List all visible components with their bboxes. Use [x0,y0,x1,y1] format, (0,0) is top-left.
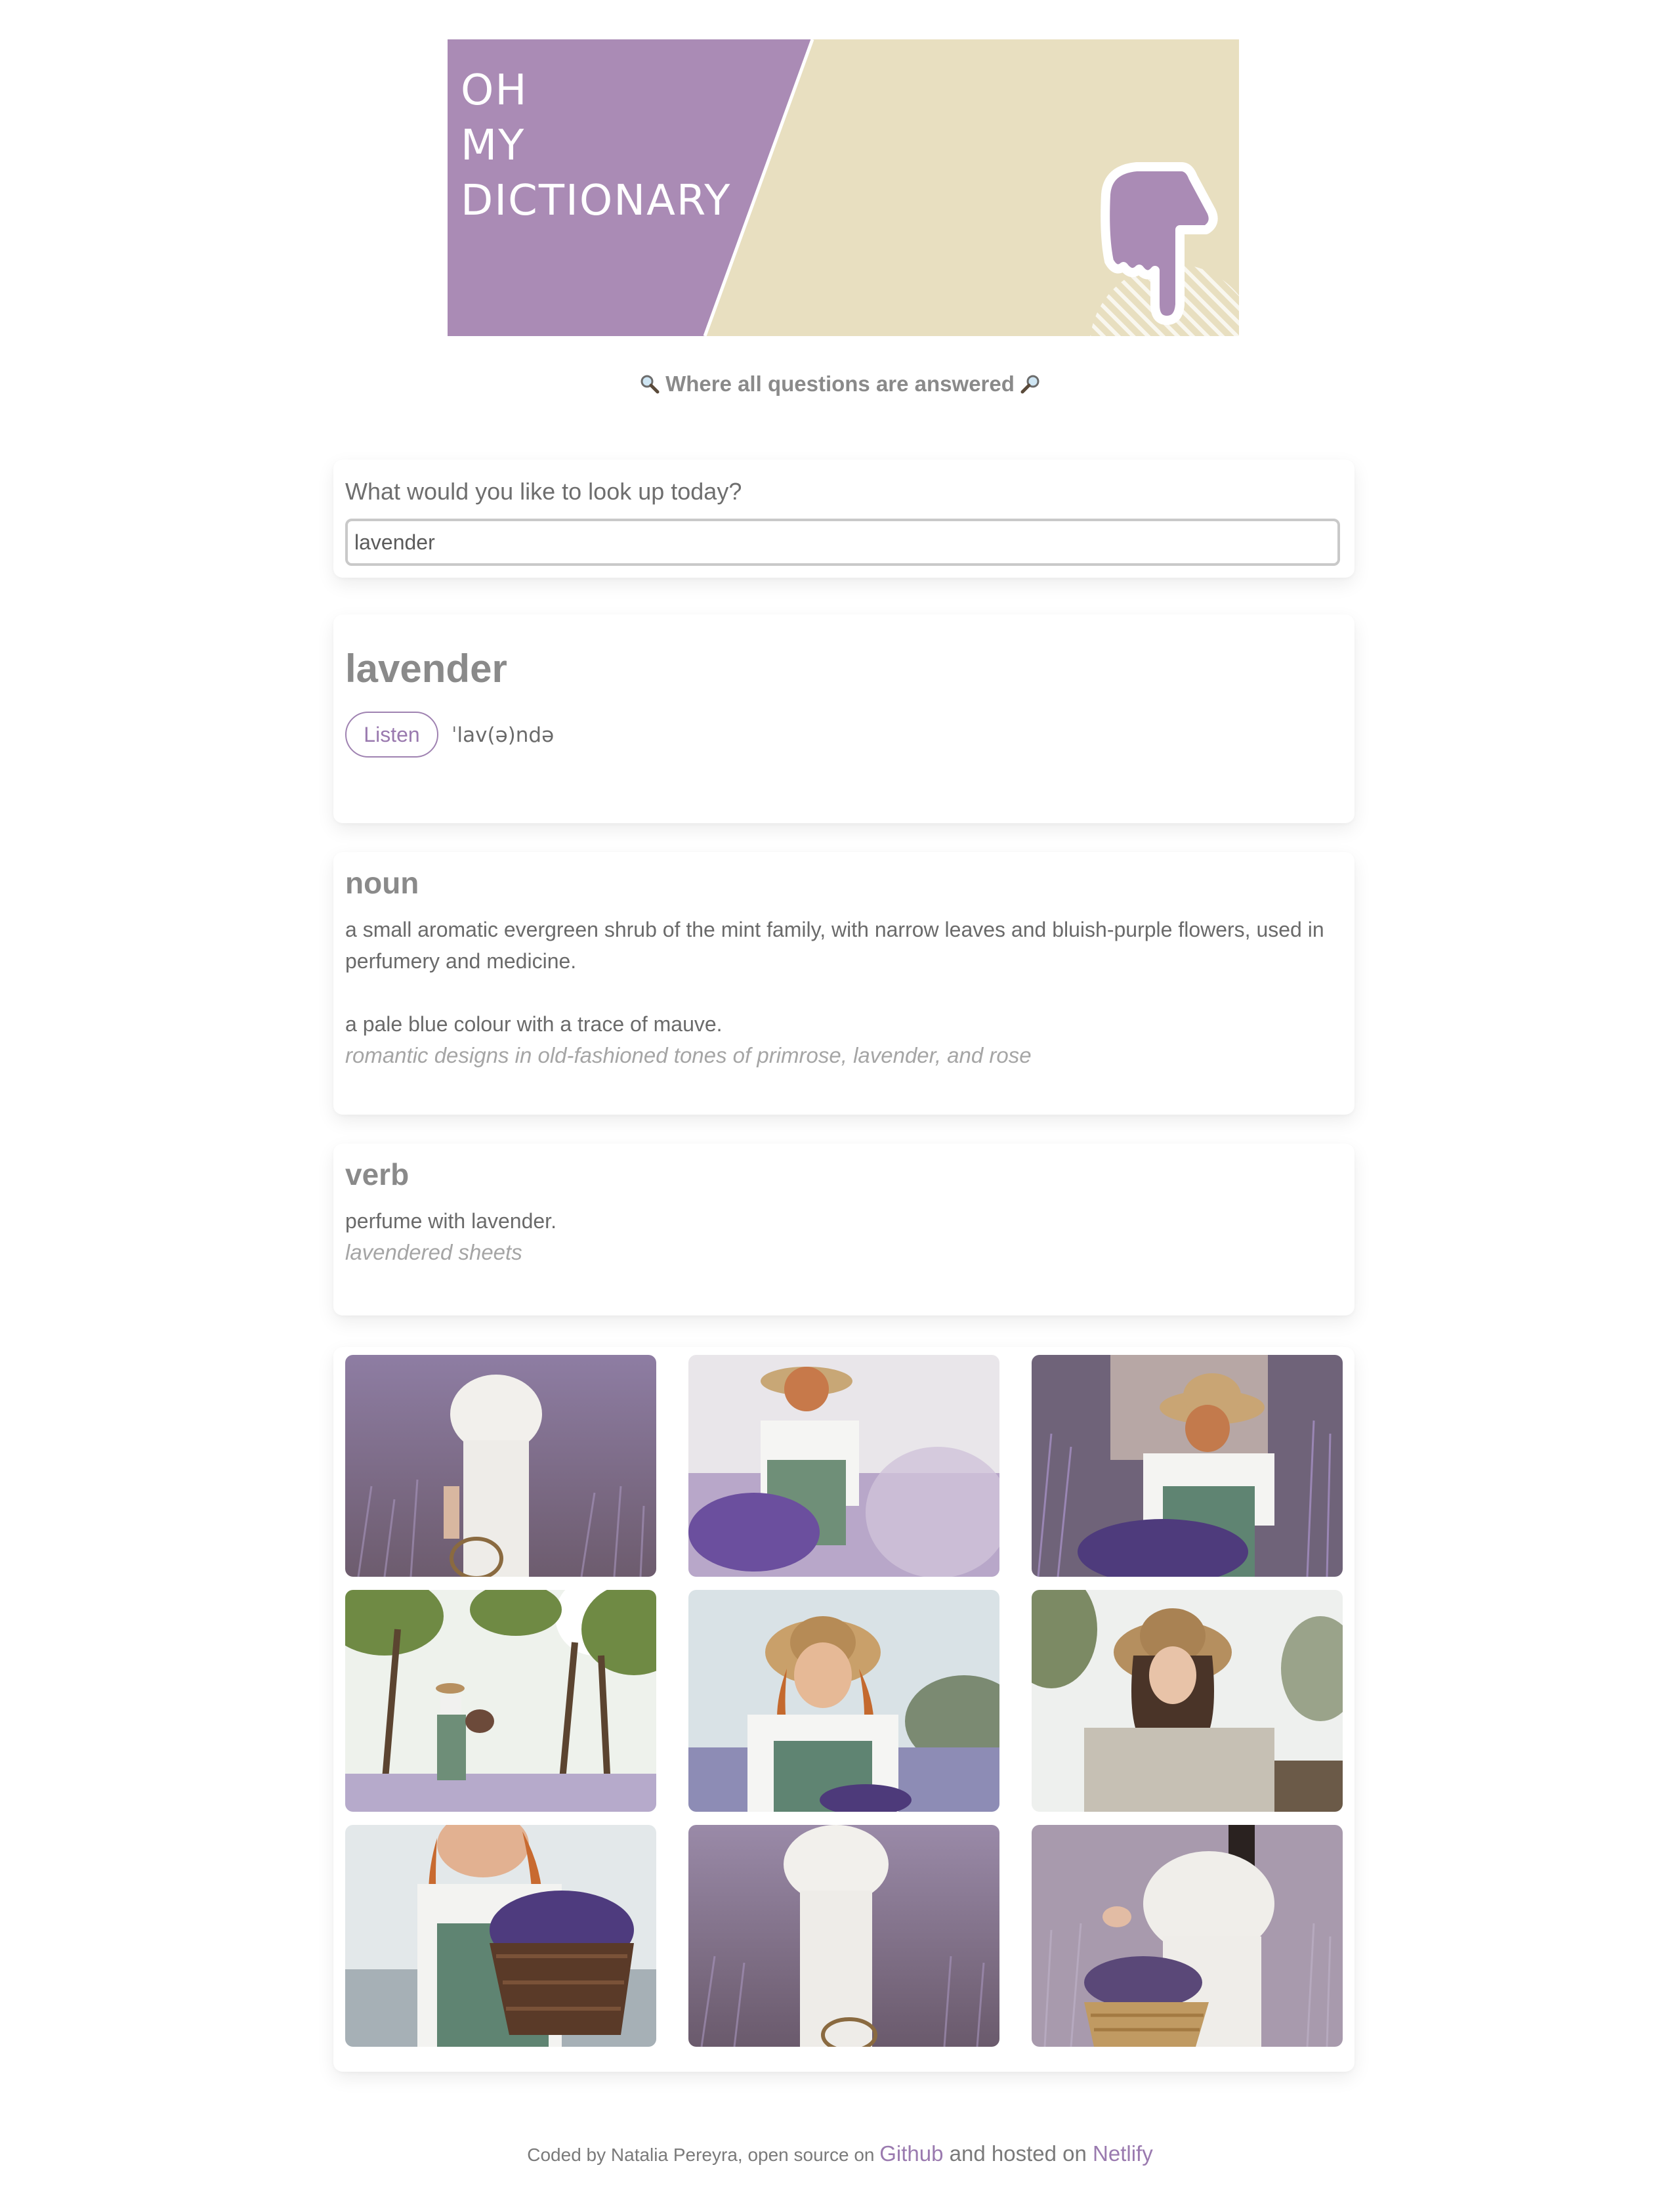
photo-woman-walking-trees-basket[interactable] [345,1590,656,1812]
netlify-link[interactable]: Netlify [1093,2141,1153,2166]
search-input[interactable] [345,519,1340,566]
footer-credit: Coded by Natalia Pereyra, open source on [527,2145,880,2165]
photo-woman-white-dress-lavender-field[interactable] [345,1355,656,1577]
photo-woman-basket-lavender-bouquet[interactable] [345,1825,656,2047]
listen-button[interactable]: Listen [345,712,438,758]
definition-text: a small aromatic evergreen shrub of the … [345,918,1324,973]
photo-girl-hat-portrait[interactable] [1032,1590,1343,1812]
photos-card [333,1347,1354,2072]
footer: Coded by Natalia Pereyra, open source on… [0,2141,1680,2166]
meaning-card-noun: noun a small aromatic evergreen shrub of… [333,852,1354,1115]
definition-text: perfume with lavender. [345,1209,556,1233]
definition: a pale blue colour with a trace of mauve… [345,1008,1336,1071]
phonetic-text: ˈlav(ə)ndə [452,723,555,747]
tagline-text: Where all questions are answered [665,372,1015,396]
photo-woman-hat-basket-lavender[interactable] [1032,1355,1343,1577]
part-of-speech: verb [345,1157,410,1191]
word-title: lavender [345,647,507,691]
part-of-speech: noun [345,866,419,900]
definition: perfume with lavender. lavendered sheets [345,1205,1336,1268]
magnifying-glass-icon [640,375,660,394]
photo-woman-wicker-basket-lavender[interactable] [1032,1825,1343,2047]
logo-line-2: MY [461,121,526,170]
meaning-card-verb: verb perfume with lavender. lavendered s… [333,1144,1354,1315]
definition-example: romantic designs in old-fashioned tones … [345,1043,1032,1067]
definition-example: lavendered sheets [345,1240,522,1264]
logo-text: OH MY DICTIONARY [461,63,731,228]
logo-line-1: OH [461,66,528,115]
photo-woman-hat-smiling[interactable] [688,1590,999,1812]
github-link[interactable]: Github [879,2141,943,2166]
photo-woman-hat-picking-lavender[interactable] [688,1355,999,1577]
logo-banner: OH MY DICTIONARY [448,39,1239,336]
definition: a small aromatic evergreen shrub of the … [345,914,1336,977]
photo-woman-white-dress-field[interactable] [688,1825,999,2047]
footer-hosted-text: and hosted on [943,2141,1093,2166]
search-label: What would you like to look up today? [345,478,742,505]
search-card: What would you like to look up today? [333,460,1354,578]
word-card: lavender Listen ˈlav(ə)ndə [333,614,1354,823]
tagline: Where all questions are answered [0,372,1680,396]
logo-line-3: DICTIONARY [461,177,732,225]
definition-text: a pale blue colour with a trace of mauve… [345,1012,723,1036]
page: OH MY DICTIONARY Where all questions are… [0,0,1680,2203]
magnifying-glass-icon [1020,375,1040,394]
